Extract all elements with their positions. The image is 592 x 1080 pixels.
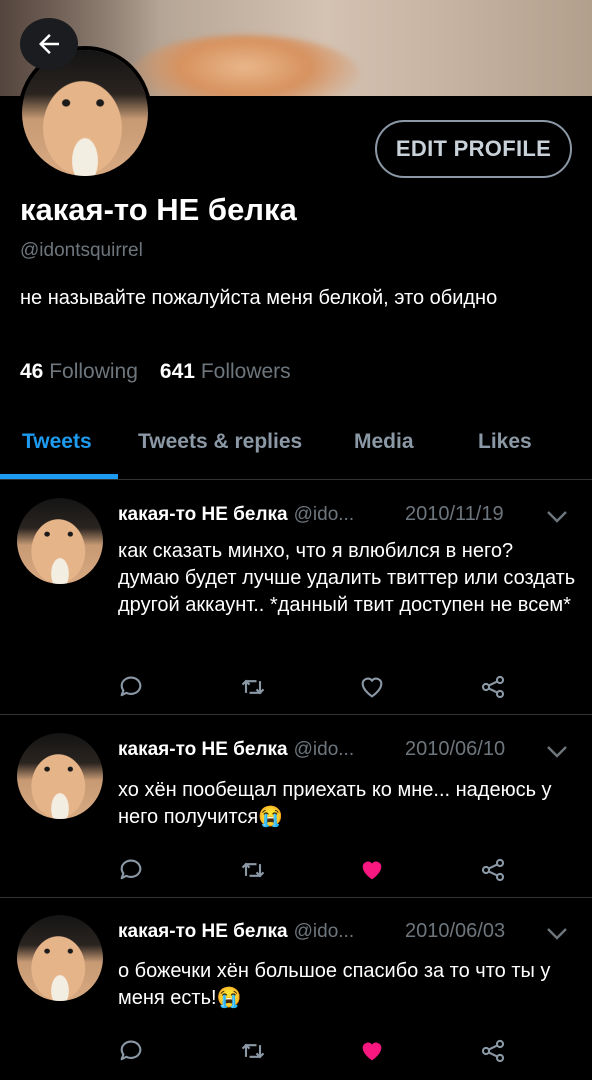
share-button[interactable] <box>478 672 508 702</box>
profile-bio: не называйте пожалуйста меня белкой, это… <box>20 287 498 309</box>
share-icon <box>481 675 505 699</box>
retweet-button[interactable] <box>238 855 268 885</box>
tab-likes[interactable]: Likes <box>478 430 532 454</box>
reply-icon <box>120 676 142 697</box>
retweet-icon <box>241 1043 265 1059</box>
edit-profile-button[interactable]: EDIT PROFILE <box>375 120 572 178</box>
share-button[interactable] <box>478 1036 508 1066</box>
following-count: 46 <box>20 360 44 383</box>
profile-display-name: какая-то НЕ белка <box>20 192 297 227</box>
reply-icon <box>120 859 142 880</box>
like-button[interactable] <box>357 855 387 885</box>
followers-link[interactable]: 641 Followers <box>160 360 291 384</box>
tweet-author-handle: @ido... <box>293 739 355 760</box>
reply-button[interactable] <box>116 855 146 885</box>
like-icon <box>361 677 383 698</box>
reply-button[interactable] <box>116 1036 146 1066</box>
back-arrow-icon <box>39 34 59 54</box>
tweet-item[interactable]: какая-то НЕ белка @ido... 2010/11/19 как … <box>0 480 592 714</box>
back-button[interactable] <box>20 18 78 70</box>
profile-tabs: Tweets Tweets & replies Media Likes <box>0 410 592 478</box>
tweet-text: как сказать минхо, что я влюбился в него… <box>118 540 576 616</box>
reply-button[interactable] <box>116 672 146 702</box>
retweet-button[interactable] <box>238 1036 268 1066</box>
retweet-icon <box>241 679 265 695</box>
tweet-item[interactable]: какая-то НЕ белка @ido... 2010/06/03 о бо… <box>0 898 592 1080</box>
like-icon <box>362 1042 382 1061</box>
tweet-author-name: какая-то НЕ белка <box>118 504 288 525</box>
tweet-author-name: какая-то НЕ белка <box>118 921 288 942</box>
share-icon <box>481 1039 505 1063</box>
followers-label: Followers <box>200 360 291 383</box>
tweet-avatar[interactable] <box>17 498 103 584</box>
share-button[interactable] <box>478 855 508 885</box>
tweet-author-name: какая-то НЕ белка <box>118 739 288 760</box>
like-icon <box>362 861 382 880</box>
like-button[interactable] <box>357 1036 387 1066</box>
tab-tweets[interactable]: Tweets <box>22 430 92 454</box>
following-label: Following <box>49 360 138 383</box>
tweet-text: хо хён пообещал приехать ко мне... надею… <box>118 779 552 828</box>
profile-stats: 46 Following 641 Followers <box>20 360 291 384</box>
profile-handle: @idontsquirrel <box>20 240 143 261</box>
chevron-down-icon[interactable] <box>545 743 569 761</box>
tweet-date: 2010/06/10 <box>405 738 506 760</box>
share-icon <box>481 858 505 882</box>
following-link[interactable]: 46 Following <box>20 360 138 384</box>
tweet-item[interactable]: какая-то НЕ белка @ido... 2010/06/10 хо х… <box>0 715 592 897</box>
retweet-icon <box>241 862 265 878</box>
tweet-avatar[interactable] <box>17 733 103 819</box>
tweet-date: 2010/06/03 <box>405 920 506 942</box>
chevron-down-icon[interactable] <box>545 508 569 526</box>
tweet-date: 2010/11/19 <box>405 503 504 525</box>
tab-media[interactable]: Media <box>354 430 414 454</box>
tweet-author-handle: @ido... <box>293 504 355 525</box>
tab-tweets-replies[interactable]: Tweets & replies <box>138 430 302 454</box>
retweet-button[interactable] <box>238 672 268 702</box>
reply-icon <box>120 1040 142 1061</box>
tweet-text: о божечки хён большое спасибо за то что … <box>118 960 551 1009</box>
followers-count: 641 <box>159 360 195 383</box>
chevron-down-icon[interactable] <box>545 925 569 943</box>
like-button[interactable] <box>357 672 387 702</box>
tweet-author-handle: @ido... <box>293 921 355 942</box>
tweet-avatar[interactable] <box>17 915 103 1001</box>
